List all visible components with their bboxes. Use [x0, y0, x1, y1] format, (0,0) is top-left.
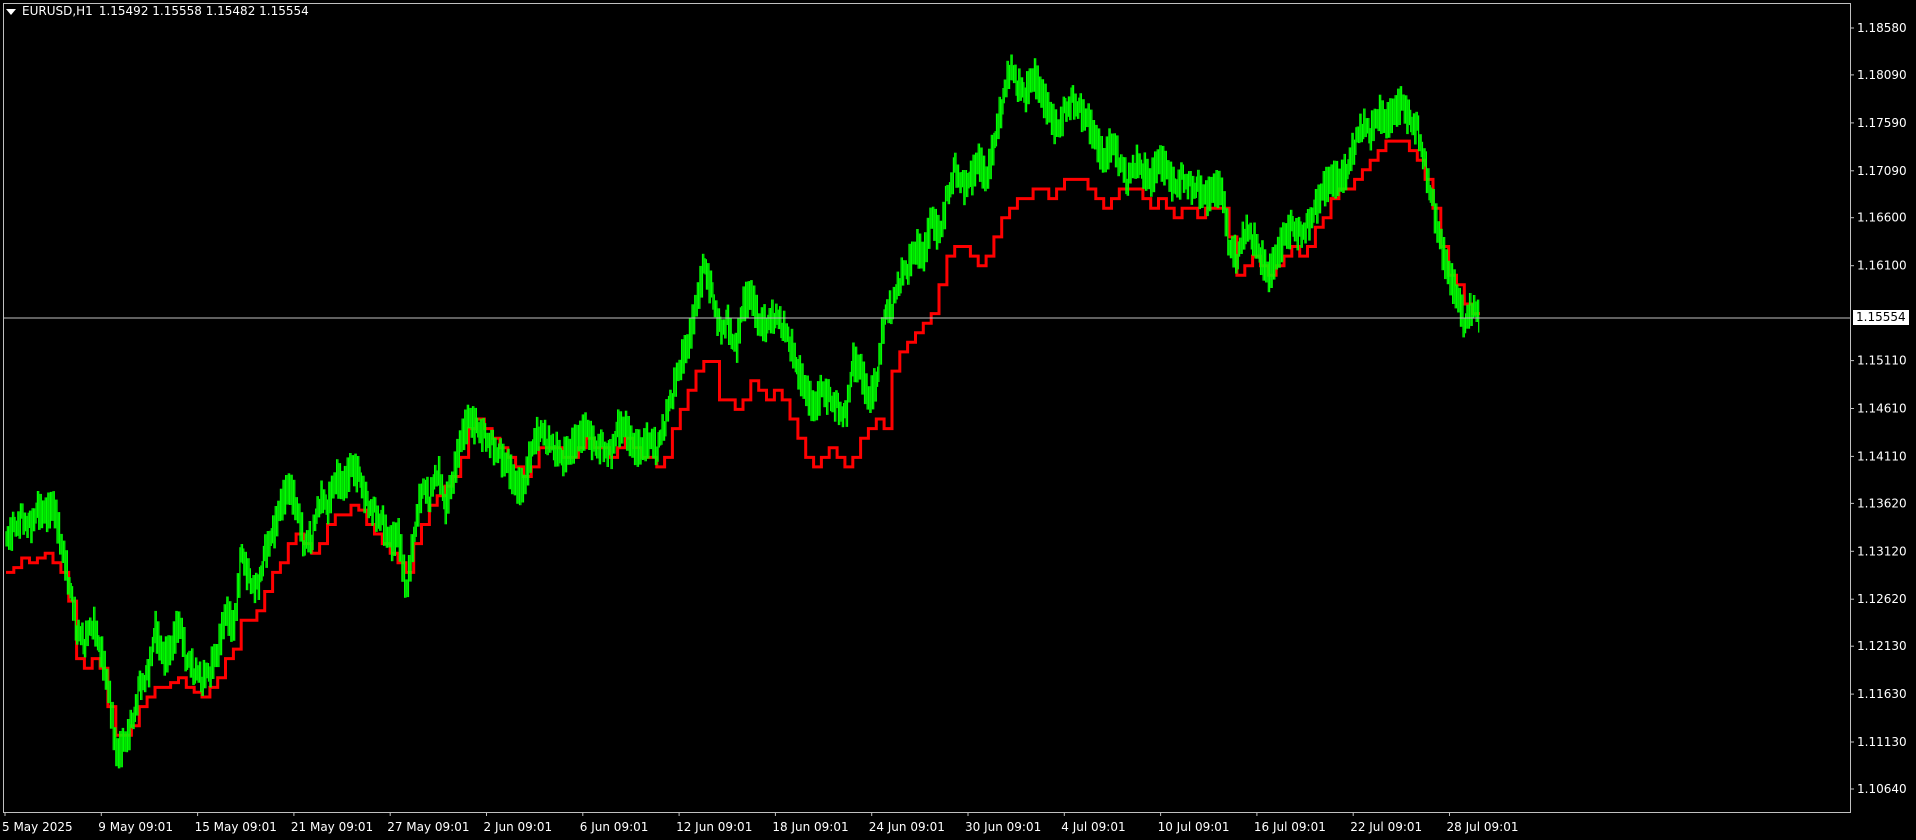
x-tick-label: 15 May 09:01 [195, 820, 277, 834]
y-tick-label: 1.13120 [1857, 544, 1907, 558]
y-tick-label: 1.16600 [1857, 211, 1907, 225]
x-tick-label: 9 May 09:01 [98, 820, 173, 834]
current-price-tag: 1.15554 [1853, 310, 1909, 325]
y-tick-label: 1.10640 [1857, 782, 1907, 796]
x-tick-label: 12 Jun 09:01 [676, 820, 752, 834]
x-tick-label: 2 Jun 09:01 [484, 820, 553, 834]
price-chart[interactable]: 1.18580 1.18090 1.17590 1.17090 1.16600 1.161… [0, 0, 1916, 840]
y-tick-label: 1.13620 [1857, 496, 1907, 510]
y-tick-label: 1.17090 [1857, 164, 1907, 178]
y-tick-label: 1.14110 [1857, 449, 1907, 463]
x-tick-label: 27 May 09:01 [387, 820, 469, 834]
x-tick-label: 5 May 2025 [2, 820, 73, 834]
y-tick-label: 1.12620 [1857, 592, 1907, 606]
x-tick-label: 21 May 09:01 [291, 820, 373, 834]
y-tick-label: 1.18090 [1857, 68, 1907, 82]
chart-header: EURUSD,H1 1.15492 1.15558 1.15482 1.1555… [6, 4, 309, 18]
x-tick-label: 22 Jul 09:01 [1350, 820, 1422, 834]
y-tick-label: 1.17590 [1857, 116, 1907, 130]
ohlc-values: 1.15492 1.15558 1.15482 1.15554 [98, 4, 309, 18]
chart-menu-arrow-icon[interactable] [6, 9, 16, 15]
y-tick-label: 1.12130 [1857, 639, 1907, 653]
x-tick-label: 30 Jun 09:01 [965, 820, 1041, 834]
x-tick-label: 6 Jun 09:01 [580, 820, 649, 834]
x-tick-label: 18 Jun 09:01 [772, 820, 848, 834]
y-tick-label: 1.11630 [1857, 687, 1907, 701]
y-tick-label: 1.11130 [1857, 735, 1907, 749]
y-tick-label: 1.18580 [1857, 21, 1907, 35]
x-tick-label: 10 Jul 09:01 [1158, 820, 1230, 834]
x-tick-label: 4 Jul 09:01 [1061, 820, 1125, 834]
moving-average-line [6, 139, 1480, 737]
time-axis[interactable]: 5 May 2025 9 May 09:01 15 May 09:01 21 May … [2, 812, 1518, 834]
y-tick-label: 1.16100 [1857, 259, 1907, 273]
y-tick-label: 1.15110 [1857, 354, 1907, 368]
symbol-timeframe: EURUSD,H1 [22, 4, 93, 18]
x-tick-label: 24 Jun 09:01 [869, 820, 945, 834]
y-tick-label: 1.14610 [1857, 402, 1907, 416]
price-axis[interactable]: 1.18580 1.18090 1.17590 1.17090 1.16600 1.161… [1850, 21, 1907, 796]
x-tick-label: 16 Jul 09:01 [1254, 820, 1326, 834]
x-tick-label: 28 Jul 09:01 [1447, 820, 1519, 834]
